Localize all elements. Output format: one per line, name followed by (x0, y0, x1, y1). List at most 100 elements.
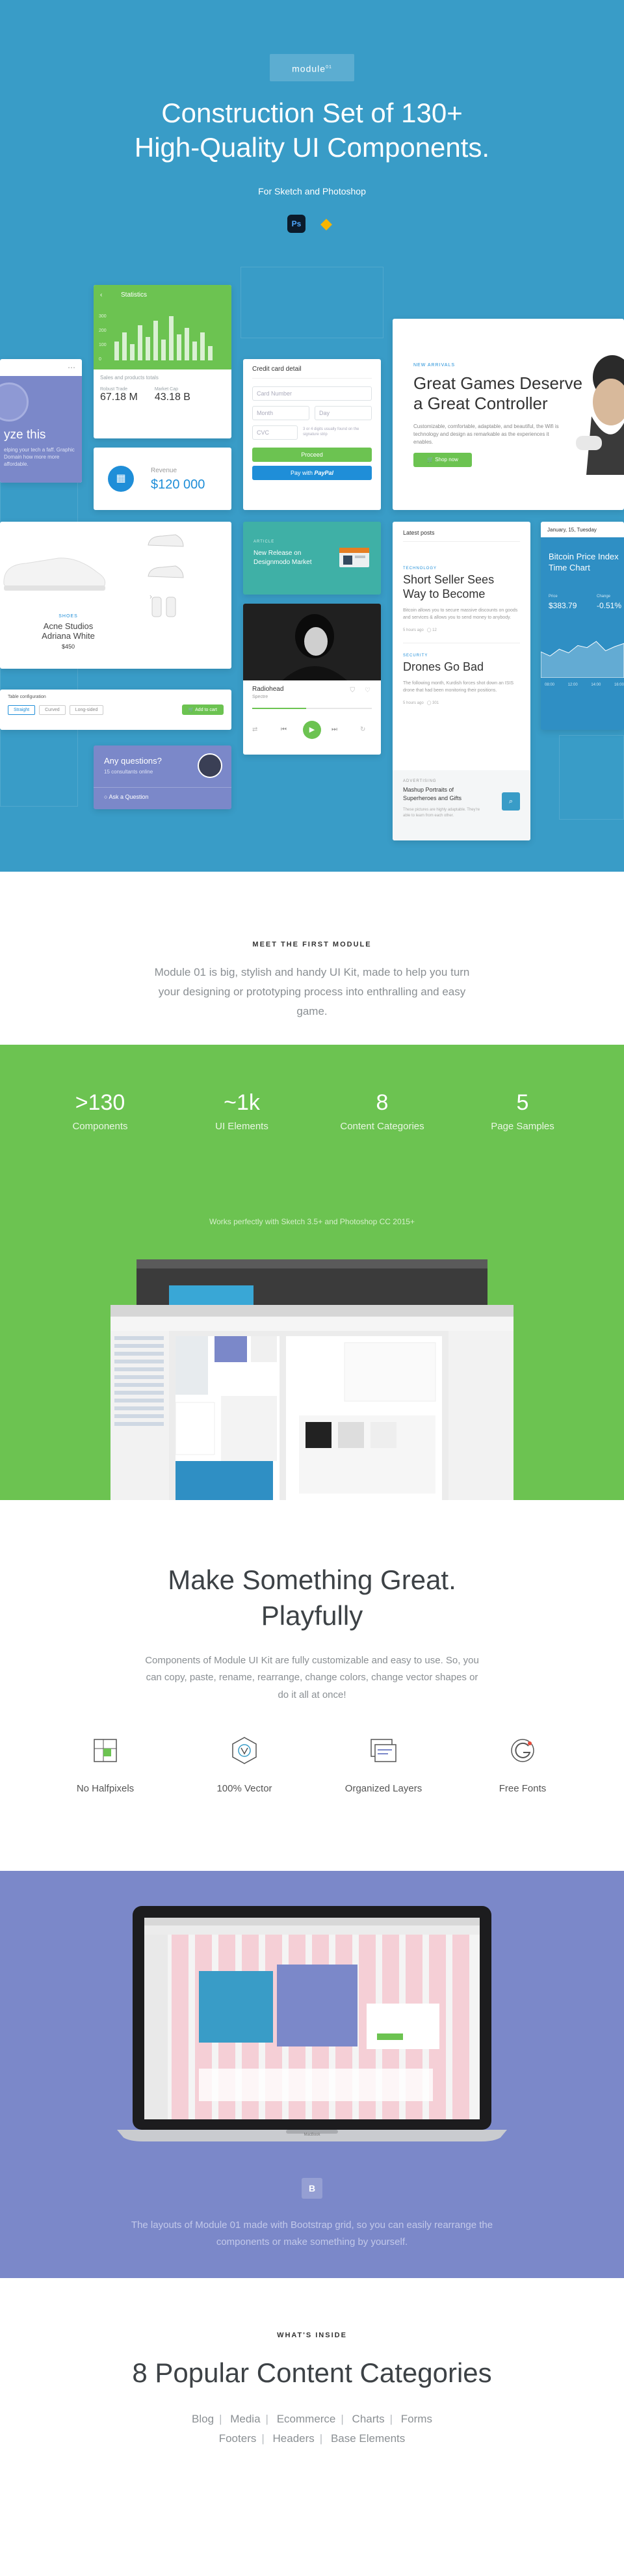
category-ecommerce[interactable]: Ecommerce (277, 2413, 336, 2425)
add-to-cart-button[interactable]: 🛒 Add to cart (181, 704, 224, 715)
back-icon[interactable]: ‹ (100, 291, 102, 299)
shop-now-button[interactable]: 🛒 Shop now (413, 453, 472, 467)
support-title: Any questions? (104, 756, 162, 766)
search-icon[interactable]: ⌕ (502, 792, 520, 811)
category-headers[interactable]: Headers (273, 2432, 315, 2445)
category-forms[interactable]: Forms (401, 2413, 432, 2425)
person-photo (576, 355, 624, 475)
calendar-icon: ▦ (108, 466, 134, 492)
heart-icon[interactable]: ♡ (365, 687, 370, 694)
post-excerpt: These pictures are highly adaptable. The… (403, 808, 480, 818)
game-promo-card: NEW ARRIVALS Great Games Deserve a Great … (393, 319, 624, 510)
category-list: Blog | Media | Ecommerce | Charts | Forms Fo… (192, 2413, 432, 2445)
post-tag: SECURITY (403, 643, 520, 658)
shuffle-icon[interactable]: ⇄ (252, 726, 257, 733)
next-arrow-icon[interactable]: › (150, 592, 152, 601)
chart-bar (169, 316, 174, 360)
x-axis: 08:00 12:00 14:00 16:00 (545, 683, 624, 687)
section-title: 8 Popular Content Categories (132, 2357, 492, 2388)
chart-title: Bitcoin Price Index Time Chart (549, 552, 619, 572)
latest-posts-card: Latest posts TECHNOLOGY Short Seller See… (393, 522, 530, 840)
progress-track[interactable] (252, 708, 372, 709)
photoshop-icon: Ps (287, 215, 306, 233)
month-select[interactable]: Month (252, 406, 309, 420)
option-straight[interactable]: Straight (8, 704, 36, 715)
card-subtitle: Sales and products totals (100, 375, 159, 381)
cvc-input[interactable]: CVC (252, 425, 298, 440)
y-axis: 300 200 100 0 (99, 314, 107, 362)
brand-logo[interactable]: module01 (270, 54, 354, 81)
track-title: Radiohead (252, 686, 284, 693)
card-title: Statistics (121, 291, 148, 299)
posts-header: Latest posts (403, 530, 520, 542)
revenue-label: Revenue (151, 467, 177, 474)
card-number-input[interactable]: Card Number (252, 386, 372, 401)
thumbnail-list (143, 526, 188, 633)
bootstrap-section: MacBook B The layouts of Module 01 made … (0, 1871, 624, 2278)
section-label: WHAT'S INSIDE (277, 2331, 347, 2339)
option-curved[interactable]: Curved (39, 704, 66, 715)
card-title: New Release on Designmodo Market (254, 550, 312, 566)
credit-card-form: Credit card detail Card Number Month Day… (243, 359, 381, 510)
category-charts[interactable]: Charts (352, 2413, 385, 2425)
section-text: Module 01 is big, stylish and handy UI K… (154, 966, 470, 1017)
paypal-button[interactable]: Pay with PayPal (252, 466, 372, 480)
stat-page-samples: 5 Page Samples (491, 1090, 554, 1132)
laptop-label: MacBook (304, 2133, 320, 2137)
hero-title: Construction Set of 130+ High-Quality UI… (134, 98, 490, 163)
repeat-icon[interactable]: ↻ (360, 726, 365, 733)
play-button[interactable]: ▶ (303, 721, 321, 739)
stat-value: 67.18 M (100, 392, 138, 403)
chart-bar (138, 325, 142, 360)
stat-components: >130 Components (72, 1090, 128, 1132)
category-base-elements[interactable]: Base Elements (331, 2432, 405, 2445)
proceed-button[interactable]: Proceed (252, 448, 372, 462)
section-title: Make Something Great. Playfully (168, 1564, 456, 1631)
product-tag: SHOES (58, 614, 78, 619)
revenue-value: $120 000 (151, 477, 205, 492)
meet-section: MEET THE FIRST MODULE Module 01 is big, … (0, 872, 624, 1045)
post-meta: 5 hours ago ◯ 301 (403, 701, 439, 706)
compatibility-note: Works perfectly with Sketch 3.5+ and Pho… (209, 1217, 415, 1226)
post-title[interactable]: Short Seller Sees Way to Become (403, 573, 520, 601)
previous-icon[interactable]: ⏮ (281, 726, 287, 733)
cart-icon: 🛒 (427, 457, 434, 463)
vector-icon (232, 1737, 257, 1764)
track-artist: Spectre (252, 695, 268, 699)
category-media[interactable]: Media (230, 2413, 260, 2425)
date-label: January, 15, Tuesday (541, 522, 624, 537)
chart-bar (114, 342, 119, 360)
category-footers[interactable]: Footers (219, 2432, 257, 2445)
day-select[interactable]: Day (315, 406, 372, 420)
feature-no-halfpixels: No Halfpixels (40, 1734, 170, 1794)
product-name: Acne Studios Adriana White (42, 621, 95, 641)
post-title[interactable]: Mashup Portraits of Superheroes and Gifts (403, 786, 488, 802)
option-long-sided[interactable]: Long-sided (69, 704, 104, 715)
stat-ui-elements: ~1k UI Elements (215, 1090, 268, 1132)
stat-categories: 8 Content Categories (340, 1090, 424, 1132)
chat-icon: ○ (104, 794, 108, 800)
card-tag: NEW ARRIVALS (413, 363, 455, 368)
more-icon[interactable]: ⋯ (68, 363, 75, 372)
bar-chart (114, 314, 225, 360)
chart-bar (153, 321, 158, 360)
chart-bar (161, 340, 166, 360)
ask-question-link[interactable]: ○ Ask a Question (104, 794, 148, 800)
chart-bar (192, 342, 197, 360)
section-label: MEET THE FIRST MODULE (252, 941, 372, 948)
post-title[interactable]: Drones Go Bad (403, 660, 520, 674)
support-subtitle: 15 consultants online (104, 769, 153, 775)
chart-bar (177, 334, 181, 360)
cvc-hint: 3 or 4 digits usually found on the signa… (303, 427, 359, 436)
card-body: Customizable, comfortable, adaptable, an… (413, 423, 559, 445)
category-blog[interactable]: Blog (192, 2413, 214, 2425)
section-text: The layouts of Module 01 made with Boots… (131, 2220, 493, 2248)
news-release-card: ARTICLE New Release on Designmodo Market (243, 522, 381, 595)
change-label: Change (597, 595, 611, 598)
post-tag: TECHNOLOGY (403, 567, 437, 570)
ghost-frame (240, 267, 384, 338)
next-icon[interactable]: ⏭ (332, 726, 337, 733)
cart-icon[interactable]: ⛉ (350, 687, 356, 694)
purple-info-card: ⋯ yze this elping your tech a faff. Grap… (0, 359, 82, 483)
config-title: Table configuration (8, 695, 46, 699)
